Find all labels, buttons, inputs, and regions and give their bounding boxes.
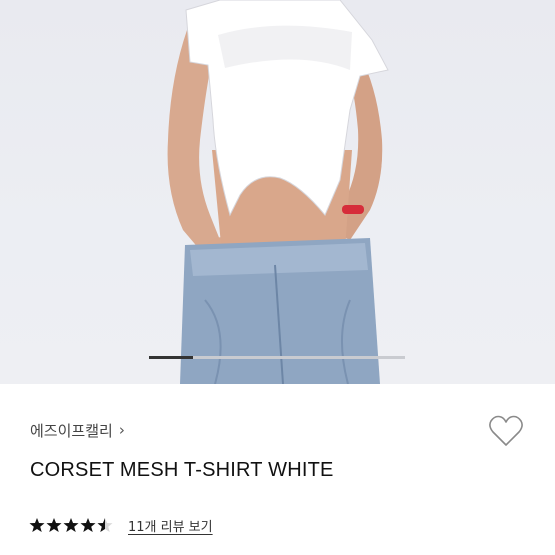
gallery-pager-active xyxy=(149,356,193,359)
star-icon xyxy=(29,518,45,532)
star-icon xyxy=(63,518,79,532)
brand-link[interactable]: 에즈이프캘리 › xyxy=(30,418,125,442)
chevron-right-icon: › xyxy=(118,421,125,439)
product-photo xyxy=(167,0,389,384)
brand-name: 에즈이프캘리 xyxy=(30,421,113,440)
product-title: CORSET MESH T-SHIRT WHITE xyxy=(30,459,334,481)
gallery-pager xyxy=(149,356,405,359)
rating-row: 11개 리뷰 보기 xyxy=(29,514,213,536)
star-icon xyxy=(80,518,96,532)
wishlist-heart-icon[interactable] xyxy=(487,412,525,450)
product-image-gallery[interactable] xyxy=(0,0,555,384)
star-icon xyxy=(46,518,62,532)
star-icon xyxy=(97,518,113,532)
reviews-link[interactable]: 11개 리뷰 보기 xyxy=(128,516,213,535)
star-rating xyxy=(29,517,113,533)
